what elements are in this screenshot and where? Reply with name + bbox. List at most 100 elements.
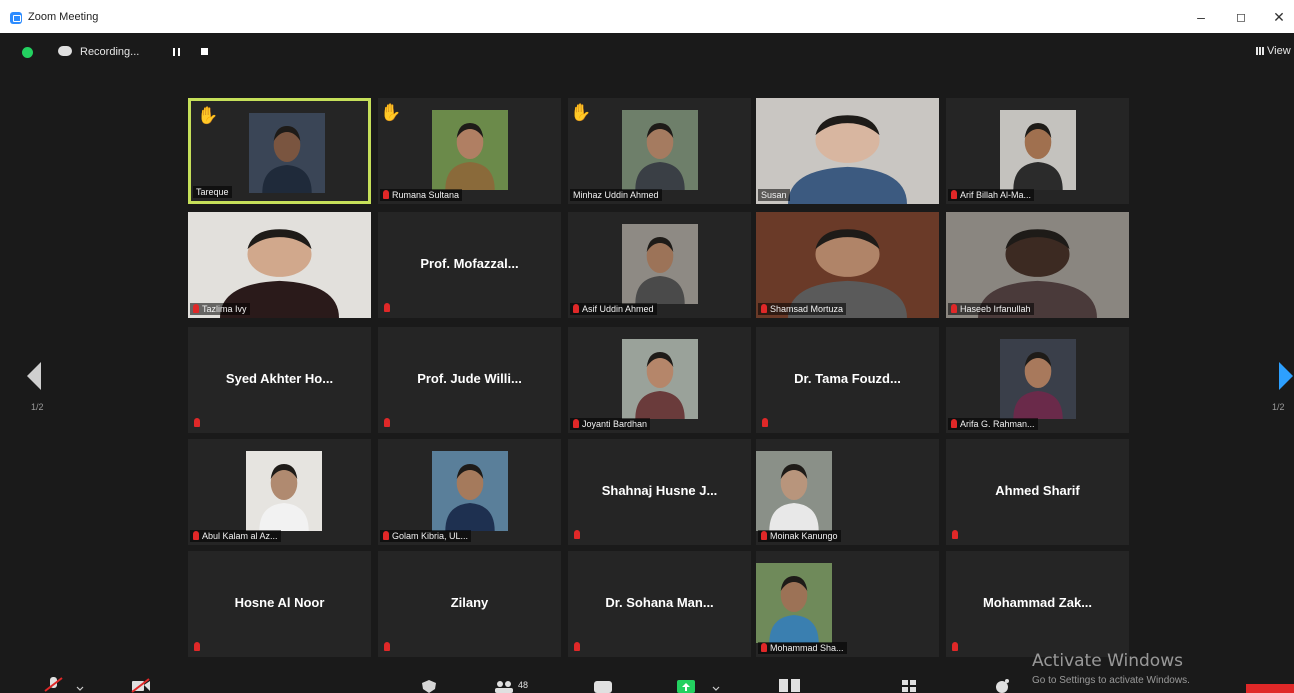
end-meeting-button[interactable] xyxy=(1246,684,1294,693)
muted-mic-icon xyxy=(574,530,580,539)
participant-tile[interactable]: Prof. Mofazzal... xyxy=(378,212,561,318)
participant-video xyxy=(622,339,698,419)
breakout-rooms-icon[interactable] xyxy=(901,679,917,693)
participants-count: 48 xyxy=(518,680,529,690)
muted-mic-icon xyxy=(761,643,767,652)
meeting-top-bar xyxy=(0,33,1294,71)
security-icon[interactable] xyxy=(420,679,438,693)
participant-name: Rumana Sultana xyxy=(392,190,460,200)
muted-mic-icon xyxy=(193,531,199,540)
participant-tile[interactable]: Tazlima Ivy xyxy=(188,212,371,318)
next-page-arrow-icon[interactable] xyxy=(1279,362,1293,390)
reactions-icon[interactable] xyxy=(993,678,1011,693)
participant-tile[interactable]: Mohammad Sha... xyxy=(756,551,939,657)
view-button[interactable]: View xyxy=(1256,45,1291,57)
participant-name: Minhaz Uddin Ahmed xyxy=(573,190,659,200)
participant-name-tag: Tareque xyxy=(193,186,232,198)
participant-video xyxy=(1000,110,1076,190)
participant-name: Abul Kalam al Az... xyxy=(202,531,278,541)
participant-video xyxy=(432,451,508,531)
stop-recording-icon[interactable] xyxy=(201,48,208,55)
participant-tile[interactable]: Shahnaj Husne J... xyxy=(568,439,751,545)
muted-mic-icon xyxy=(384,303,390,312)
participant-tile[interactable]: ✋ Minhaz Uddin Ahmed xyxy=(568,98,751,204)
previous-page-arrow-icon[interactable] xyxy=(27,362,41,390)
mute-microphone-icon[interactable] xyxy=(44,676,64,693)
participant-tile[interactable]: ✋ Rumana Sultana xyxy=(378,98,561,204)
participant-tile[interactable]: Moinak Kanungo xyxy=(756,439,939,545)
pause-recording-icon[interactable] xyxy=(173,48,180,56)
muted-mic-icon xyxy=(951,419,957,428)
restore-button[interactable]: ◻ xyxy=(1226,7,1256,27)
participant-display-name: Prof. Mofazzal... xyxy=(420,256,519,271)
participant-tile[interactable]: Golam Kibria, UL... xyxy=(378,439,561,545)
participant-display-name: Prof. Jude Willi... xyxy=(417,371,522,386)
participant-tile[interactable]: Asif Uddin Ahmed xyxy=(568,212,751,318)
participant-video xyxy=(756,563,832,643)
participant-video xyxy=(246,451,322,531)
participant-tile[interactable]: Zilany xyxy=(378,551,561,657)
raised-hand-icon: ✋ xyxy=(380,103,402,122)
participant-tile[interactable]: Ahmed Sharif xyxy=(946,439,1129,545)
muted-mic-icon xyxy=(761,304,767,313)
participants-icon[interactable] xyxy=(494,680,516,693)
cloud-recording-icon xyxy=(58,46,72,56)
muted-mic-icon xyxy=(951,190,957,199)
muted-mic-icon xyxy=(951,304,957,313)
muted-mic-icon xyxy=(952,642,958,651)
participant-name: Tazlima Ivy xyxy=(202,304,247,314)
muted-mic-icon xyxy=(384,642,390,651)
participant-name: Moinak Kanungo xyxy=(770,531,838,541)
participant-tile[interactable]: Prof. Jude Willi... xyxy=(378,327,561,433)
participant-tile[interactable]: Abul Kalam al Az... xyxy=(188,439,371,545)
muted-mic-icon xyxy=(573,304,579,313)
muted-mic-icon xyxy=(383,190,389,199)
participant-display-name: Syed Akhter Ho... xyxy=(225,371,334,386)
activate-windows-subtitle: Go to Settings to activate Windows. xyxy=(1032,675,1190,686)
raised-hand-icon: ✋ xyxy=(197,106,219,125)
participant-video xyxy=(622,110,698,190)
muted-mic-icon xyxy=(194,642,200,651)
participant-name: Joyanti Bardhan xyxy=(582,419,648,429)
participant-tile[interactable]: Arifa G. Rahman... xyxy=(946,327,1129,433)
participant-tile[interactable]: Mohammad Zak... xyxy=(946,551,1129,657)
participant-name-tag: Joyanti Bardhan xyxy=(570,418,651,430)
participant-tile[interactable]: ✋ Tareque xyxy=(188,98,371,204)
participant-video xyxy=(1000,339,1076,419)
muted-mic-icon xyxy=(194,418,200,427)
chat-icon[interactable] xyxy=(593,680,613,693)
share-screen-icon[interactable] xyxy=(676,679,696,693)
activate-windows-title: Activate Windows xyxy=(1032,651,1183,671)
participant-tile[interactable]: Dr. Sohana Man... xyxy=(568,551,751,657)
muted-mic-icon xyxy=(574,642,580,651)
participant-tile[interactable]: Syed Akhter Ho... xyxy=(188,327,371,433)
participant-display-name: Dr. Tama Fouzd... xyxy=(794,371,901,386)
participant-tile[interactable]: Haseeb Irfanullah xyxy=(946,212,1129,318)
muted-mic-icon xyxy=(762,418,768,427)
participant-name-tag: Haseeb Irfanullah xyxy=(948,303,1034,315)
minimize-button[interactable]: – xyxy=(1186,7,1216,27)
participant-tile[interactable]: Shamsad Mortuza xyxy=(756,212,939,318)
record-icon[interactable] xyxy=(778,678,802,693)
participant-name-tag: Moinak Kanungo xyxy=(758,530,841,542)
participant-tile[interactable]: Arif Billah Al-Ma... xyxy=(946,98,1129,204)
participant-tile[interactable]: Dr. Tama Fouzd... xyxy=(756,327,939,433)
share-options-chevron-icon[interactable] xyxy=(712,686,720,692)
raised-hand-icon: ✋ xyxy=(570,103,592,122)
participant-tile[interactable]: Joyanti Bardhan xyxy=(568,327,751,433)
participant-display-name: Dr. Sohana Man... xyxy=(605,595,714,610)
audio-options-chevron-icon[interactable] xyxy=(76,686,84,692)
close-button[interactable]: ✕ xyxy=(1264,7,1294,27)
security-shield-icon[interactable] xyxy=(22,47,33,58)
participant-name: Golam Kibria, UL... xyxy=(392,531,469,541)
participant-display-name: Shahnaj Husne J... xyxy=(601,483,718,498)
page-indicator-right: 1/2 xyxy=(1272,402,1285,412)
participant-name: Haseeb Irfanullah xyxy=(960,304,1031,314)
stop-video-icon[interactable] xyxy=(130,677,152,693)
muted-mic-icon xyxy=(383,531,389,540)
participant-tile[interactable]: Hosne Al Noor xyxy=(188,551,371,657)
participant-name: Arif Billah Al-Ma... xyxy=(960,190,1032,200)
participant-name-tag: Mohammad Sha... xyxy=(758,642,847,654)
participant-tile[interactable]: Susan xyxy=(756,98,939,204)
participant-name: Mohammad Sha... xyxy=(770,643,844,653)
